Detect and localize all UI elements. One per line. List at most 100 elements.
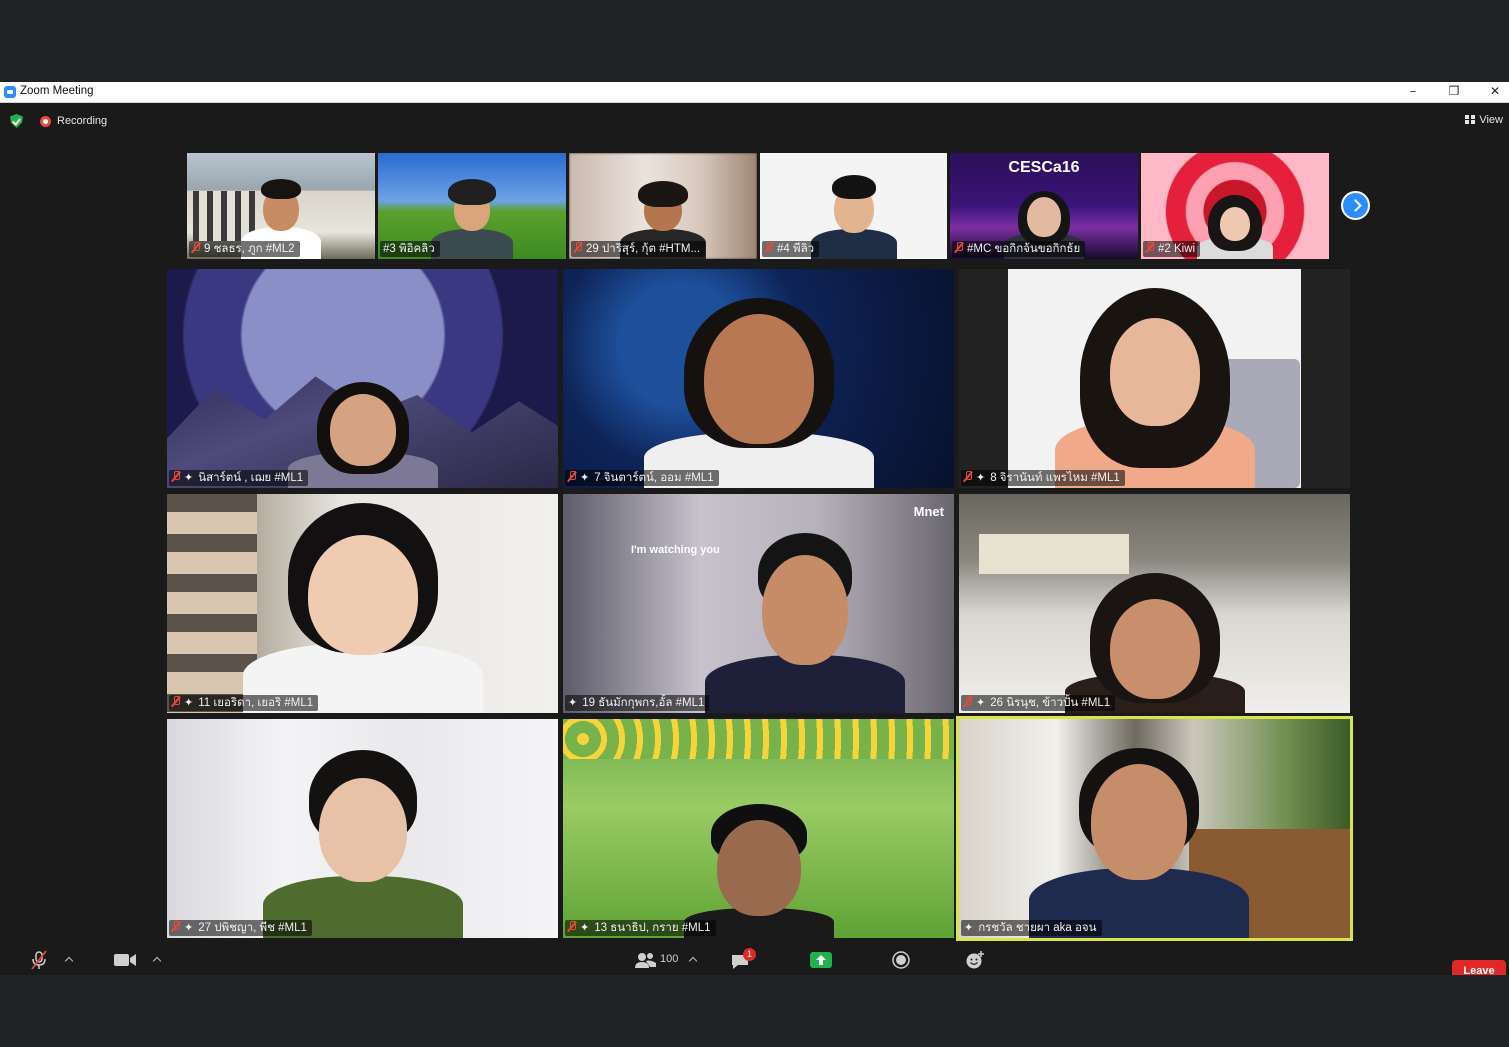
- mic-muted-icon: [172, 696, 180, 707]
- participant-name-label: #3 พิอิคลิว: [380, 241, 440, 257]
- participant-name-label: #4 พีลิว: [762, 241, 820, 257]
- meeting-controls-toolbar: 100 1 Leave: [0, 943, 1509, 975]
- participant-video: [683, 798, 834, 938]
- pin-icon: ✦: [568, 697, 578, 709]
- participant-video: [287, 373, 438, 488]
- participant-name-label: ✦ 19 ธันมักกุพกร,อั้ล #ML1: [565, 695, 710, 711]
- mic-muted-icon: [964, 696, 972, 707]
- mic-muted-icon: [568, 471, 576, 482]
- chat-button[interactable]: 1: [730, 948, 756, 971]
- participant-video: [262, 738, 463, 938]
- background-banner-text: CESCa16: [1008, 159, 1080, 176]
- chat-unread-badge: 1: [743, 948, 756, 961]
- participant-tile[interactable]: 29 ปาริสุร์, กุ้ต #HTM...: [569, 153, 757, 259]
- video-options-caret-icon[interactable]: [152, 956, 162, 966]
- participant-video: [643, 278, 874, 488]
- participant-video: [810, 157, 897, 259]
- desktop-background-top: [0, 0, 1509, 82]
- pin-icon: ✦: [964, 922, 974, 934]
- participant-name-label: ✦ นิสาร์ตน์ , เฌย #ML1: [169, 470, 309, 486]
- flowers-background: [563, 719, 954, 759]
- mic-muted-icon: [568, 921, 576, 932]
- video-button[interactable]: [113, 952, 137, 968]
- meeting-top-bar: Recording View: [0, 103, 1509, 139]
- view-label: View: [1479, 114, 1503, 126]
- participant-name-label: ✦ 26 นิรนุช, ข้าวปั้น #ML1: [961, 695, 1116, 711]
- participant-name-label: ✦ กรชวัล ชายผา aka อจน: [961, 920, 1102, 936]
- participant-tile[interactable]: ✦ 7 จินตาร์ตน์, ออม #ML1: [563, 269, 954, 488]
- mic-muted-icon: [192, 242, 200, 253]
- participant-tile[interactable]: ✦ 26 นิรนุช, ข้าวปั้น #ML1: [959, 494, 1350, 713]
- reactions-button[interactable]: [965, 950, 985, 970]
- share-screen-button[interactable]: [810, 951, 832, 969]
- pin-icon: ✦: [976, 472, 986, 484]
- desktop-background-bottom: [0, 975, 1509, 1047]
- participant-name-label: ✦ 11 เยอริดา, เยอริ #ML1: [169, 695, 319, 711]
- leave-button[interactable]: Leave: [1452, 960, 1506, 975]
- gallery-grid-icon: [1465, 115, 1476, 124]
- participant-name-label: ✦ 27 ปพิชญา, พีช #ML1: [169, 920, 312, 936]
- participant-tile[interactable]: ✦ นิสาร์ตน์ , เฌย #ML1: [167, 269, 558, 488]
- participant-name-label: #MC ขอกิกจ้นขอกิกธ้ย: [952, 241, 1086, 257]
- participant-tile[interactable]: ✦ 8 จิรานันท์ แพรไหม #ML1: [959, 269, 1350, 488]
- participant-video: [431, 169, 513, 259]
- record-button[interactable]: [892, 951, 910, 969]
- participant-tile[interactable]: I'm watching you Mnet ✦ 19 ธันมักกุพกร,อั…: [563, 494, 954, 713]
- pin-icon: ✦: [580, 922, 590, 934]
- background-brand-text: Mnet: [913, 504, 944, 519]
- window-title: Zoom Meeting: [20, 85, 94, 97]
- unmute-button[interactable]: [30, 950, 48, 970]
- restore-button[interactable]: ❐: [1434, 82, 1474, 103]
- share-screen-arrow-icon: [810, 952, 832, 968]
- participant-tile[interactable]: 9 ชลธร, ภูก #ML2: [187, 153, 375, 259]
- mic-muted-icon: [964, 471, 972, 482]
- participant-tile[interactable]: #4 พีลิว: [760, 153, 947, 259]
- participant-tile[interactable]: #2 Kiwi: [1141, 153, 1329, 259]
- pin-icon: ✦: [184, 922, 194, 934]
- view-button[interactable]: View: [1465, 114, 1503, 126]
- close-window-button[interactable]: ✕: [1475, 82, 1509, 103]
- pin-icon: ✦: [580, 472, 590, 484]
- participants-count: 100: [660, 953, 679, 965]
- participant-tile[interactable]: CESCa16 #MC ขอกิกจ้นขอกิกธ้ย: [950, 153, 1138, 259]
- audio-options-caret-icon[interactable]: [64, 956, 74, 966]
- zoom-app-icon: [4, 86, 16, 98]
- participant-tile[interactable]: ✦ กรชวัล ชายผา aka อจน: [959, 719, 1350, 938]
- participant-video: [705, 513, 906, 713]
- participant-video: [1028, 728, 1249, 938]
- recording-label[interactable]: Recording: [57, 115, 107, 127]
- participant-tile[interactable]: #3 พิอิคลิว: [378, 153, 566, 259]
- participant-name-label: ✦ 13 ธนาธิป, กราย #ML1: [565, 920, 716, 936]
- record-circle-icon: [892, 951, 910, 969]
- mic-muted-icon: [1146, 242, 1154, 253]
- participant-video: [242, 498, 483, 713]
- mic-muted-icon: [172, 471, 180, 482]
- pin-icon: ✦: [976, 697, 986, 709]
- mic-muted-icon: [172, 921, 180, 932]
- title-bar: Zoom Meeting – ❐ ✕: [0, 82, 1509, 103]
- pin-icon: ✦: [184, 697, 194, 709]
- participant-tile[interactable]: ✦ 13 ธนาธิป, กราย #ML1: [563, 719, 954, 938]
- participant-video: [1064, 553, 1245, 713]
- video-camera-icon: [114, 954, 136, 966]
- participant-name-label: 9 ชลธร, ภูก #ML2: [189, 241, 300, 257]
- participant-name-label: 29 ปาริสุร์, กุ้ต #HTM...: [571, 241, 706, 257]
- participant-tile[interactable]: ✦ 27 ปพิชญา, พีช #ML1: [167, 719, 558, 938]
- participant-video: [1197, 187, 1273, 259]
- mic-muted-icon: [574, 242, 582, 253]
- next-page-arrow-button[interactable]: [1341, 191, 1370, 220]
- reaction-smiley-icon: [966, 951, 984, 969]
- minimize-button[interactable]: –: [1393, 82, 1433, 103]
- recording-dot-icon[interactable]: [40, 116, 51, 127]
- participants-icon: [635, 953, 656, 968]
- pin-icon: ✦: [184, 472, 194, 484]
- participant-name-label: ✦ 7 จินตาร์ตน์, ออม #ML1: [565, 470, 719, 486]
- participant-tile[interactable]: ✦ 11 เยอริดา, เยอริ #ML1: [167, 494, 558, 713]
- participants-button[interactable]: 100: [634, 951, 694, 969]
- participant-name-label: ✦ 8 จิรานันท์ แพรไหม #ML1: [961, 470, 1125, 486]
- participant-name-label: #2 Kiwi: [1143, 241, 1201, 257]
- participant-video: [1050, 278, 1260, 488]
- mic-muted-icon: [765, 242, 773, 253]
- zoom-meeting-window: Zoom Meeting – ❐ ✕ Recording View 9 ชลธร…: [0, 82, 1509, 975]
- encryption-shield-icon[interactable]: [10, 114, 23, 128]
